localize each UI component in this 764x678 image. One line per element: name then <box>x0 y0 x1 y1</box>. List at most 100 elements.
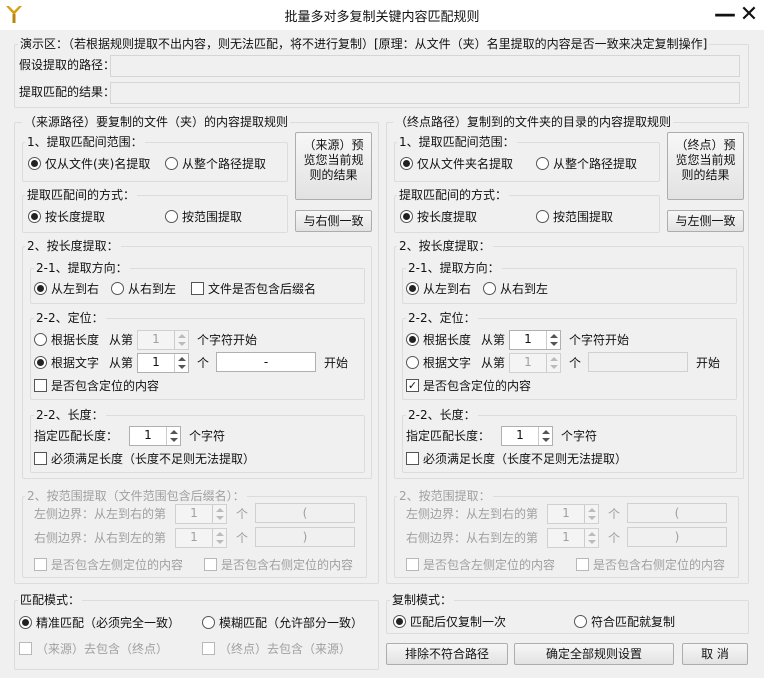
right-preview-button[interactable]: （终点）预览您当前规则的结果 <box>667 132 744 200</box>
left-pos-len-radio[interactable] <box>34 333 47 346</box>
right-dir-ltr-radio[interactable] <box>406 282 419 295</box>
right-direction-title: 2-1、提取方向： <box>406 261 502 275</box>
right-pos-len-spinner[interactable]: 1 <box>509 330 561 350</box>
minimize-button[interactable]: — <box>712 2 738 28</box>
right-pos-text-unit: 个 <box>569 356 582 370</box>
right-rng-left-spinner[interactable]: 1 <box>547 504 599 524</box>
left-pos-include-checkbox[interactable] <box>34 379 47 392</box>
right-pos-include-checkbox[interactable]: ✓ <box>406 379 419 392</box>
left-pos-from-label: 从第 <box>109 333 134 347</box>
right-sync-button[interactable]: 与左侧一致 <box>667 210 744 232</box>
left-rng-inc-left-checkbox[interactable] <box>34 558 47 571</box>
left-rng-inc-left-label: 是否包含左侧定位的内容 <box>51 558 184 572</box>
left-range-name-radio[interactable] <box>28 157 41 170</box>
right-pos-text-spinner[interactable]: 1 <box>509 353 561 373</box>
right-dir-rtl-label: 从右到左 <box>500 282 549 296</box>
left-range-path-label: 从整个路径提取 <box>182 157 267 171</box>
left-rng-right-input[interactable]: ) <box>255 527 355 547</box>
left-ext-label: 文件是否包含后缀名 <box>208 282 317 296</box>
left-pos-text-input[interactable]: - <box>216 352 316 372</box>
close-button[interactable]: ✕ <box>736 2 762 28</box>
left-dir-rtl-radio[interactable] <box>111 282 124 295</box>
left-pos-text-spinner[interactable]: 1 <box>137 353 189 373</box>
right-pos-len-radio[interactable] <box>406 333 419 346</box>
right-len-spinner[interactable]: 1 <box>501 426 553 446</box>
left-rng-left-label: 左侧边界：从左到右的第 <box>34 507 167 521</box>
right-method-length-label: 按长度提取 <box>417 210 478 224</box>
left-rng-inc-right-checkbox[interactable] <box>204 558 217 571</box>
right-rng-right-unit: 个 <box>608 531 621 545</box>
copy-mode-title: 复制模式： <box>390 593 455 607</box>
copy-every-label: 符合匹配就复制 <box>591 615 676 629</box>
left-position-title: 2-2、定位： <box>34 311 106 325</box>
path-label: 假设提取的路径： <box>19 58 116 72</box>
left-pos-include-label: 是否包含定位的内容 <box>51 379 160 393</box>
left-rng-right-spinner[interactable]: 1 <box>175 528 227 548</box>
right-rng-inc-right-checkbox[interactable] <box>576 558 589 571</box>
left-length-group-title: 2、按长度提取： <box>25 239 121 253</box>
left-must-checkbox[interactable] <box>34 452 47 465</box>
right-range-name-radio[interactable] <box>400 157 413 170</box>
window-title: 批量多对多复制关键内容匹配规则 <box>284 10 480 25</box>
right-rng-left-input[interactable]: ( <box>627 503 727 523</box>
left-method-range-radio[interactable] <box>165 210 178 223</box>
left-len-label: 指定匹配长度： <box>34 429 119 443</box>
left-rng-right-label: 右侧边界：从右到左的第 <box>34 531 167 545</box>
left-len-spinner[interactable]: 1 <box>129 426 181 446</box>
match-fuzzy-radio[interactable] <box>202 616 215 629</box>
copy-every-radio[interactable] <box>574 615 587 628</box>
right-pos-text-radio[interactable] <box>406 356 419 369</box>
demo-header: 演示区：（若根据规则提取不出内容，则无法匹配，将不进行复制）[原理：从文件（夹）… <box>18 37 710 51</box>
left-sync-button[interactable]: 与右侧一致 <box>295 210 372 232</box>
left-len-unit: 个字符 <box>189 429 226 443</box>
left-range-path-radio[interactable] <box>165 157 178 170</box>
right-rng-title: 2、按范围提取： <box>397 489 493 503</box>
right-range-path-radio[interactable] <box>536 157 549 170</box>
left-method-length-radio[interactable] <box>28 210 41 223</box>
right-rng-right-spinner[interactable]: 1 <box>547 528 599 548</box>
result-field[interactable] <box>110 82 740 104</box>
match-src-contains-checkbox[interactable] <box>19 642 32 655</box>
left-pos-text-radio[interactable] <box>34 356 47 369</box>
left-ext-checkbox[interactable] <box>191 282 204 295</box>
right-dir-rtl-radio[interactable] <box>483 282 496 295</box>
right-rng-right-input[interactable]: ) <box>627 527 727 547</box>
left-rng-left-input[interactable]: ( <box>255 503 355 523</box>
left-preview-button[interactable]: （来源）预览您当前规则的结果 <box>295 132 372 200</box>
right-rng-left-label: 左侧边界：从左到右的第 <box>406 507 539 521</box>
left-pos-text-label: 根据文字 <box>51 356 100 370</box>
left-panel-title: （来源路径）要复制的文件（夹）的内容提取规则 <box>22 115 291 129</box>
result-label: 提取匹配的结果： <box>19 85 116 99</box>
right-pos-text-input[interactable] <box>588 352 688 372</box>
left-dir-ltr-radio[interactable] <box>34 282 47 295</box>
match-exact-radio[interactable] <box>19 616 32 629</box>
left-dir-ltr-label: 从左到右 <box>51 282 100 296</box>
right-method-title: 提取匹配间的方式： <box>397 188 510 202</box>
right-method-length-radio[interactable] <box>400 210 413 223</box>
right-panel-title: （终点路径）复制到的文件夹的目录的内容提取规则 <box>393 115 674 129</box>
right-method-range-radio[interactable] <box>536 210 549 223</box>
right-pos-text-label: 根据文字 <box>423 356 472 370</box>
confirm-button[interactable]: 确定全部规则设置 <box>514 643 674 665</box>
match-dst-contains-checkbox[interactable] <box>202 642 215 655</box>
left-rng-left-spinner[interactable]: 1 <box>175 504 227 524</box>
left-rng-right-unit: 个 <box>236 531 249 545</box>
right-rng-inc-left-checkbox[interactable] <box>406 558 419 571</box>
left-pos-text-unit: 个 <box>197 356 210 370</box>
cancel-button[interactable]: 取 消 <box>682 643 748 665</box>
right-must-checkbox[interactable] <box>406 452 419 465</box>
left-dir-rtl-label: 从右到左 <box>128 282 177 296</box>
right-method-range-label: 按范围提取 <box>553 210 614 224</box>
exclude-button[interactable]: 排除不符合路径 <box>386 643 508 665</box>
left-pos-len-spinner[interactable]: 1 <box>137 330 189 350</box>
right-rng-right-label: 右侧边界：从右到左的第 <box>406 531 539 545</box>
match-exact-label: 精准匹配（必须完全一致） <box>36 616 181 630</box>
match-dst-contains-label: （终点）去包含（来源） <box>219 642 352 656</box>
right-position-title: 2-2、定位： <box>406 311 478 325</box>
match-mode-title: 匹配模式： <box>18 593 83 607</box>
copy-once-radio[interactable] <box>393 615 406 628</box>
left-rng-title: 2、按范围提取（文件范围包含后缀名）： <box>25 489 247 503</box>
match-fuzzy-label: 模糊匹配（允许部分一致） <box>219 616 364 630</box>
path-field[interactable] <box>110 55 740 77</box>
left-range-name-label: 仅从文件(夹)名提取 <box>45 157 151 171</box>
